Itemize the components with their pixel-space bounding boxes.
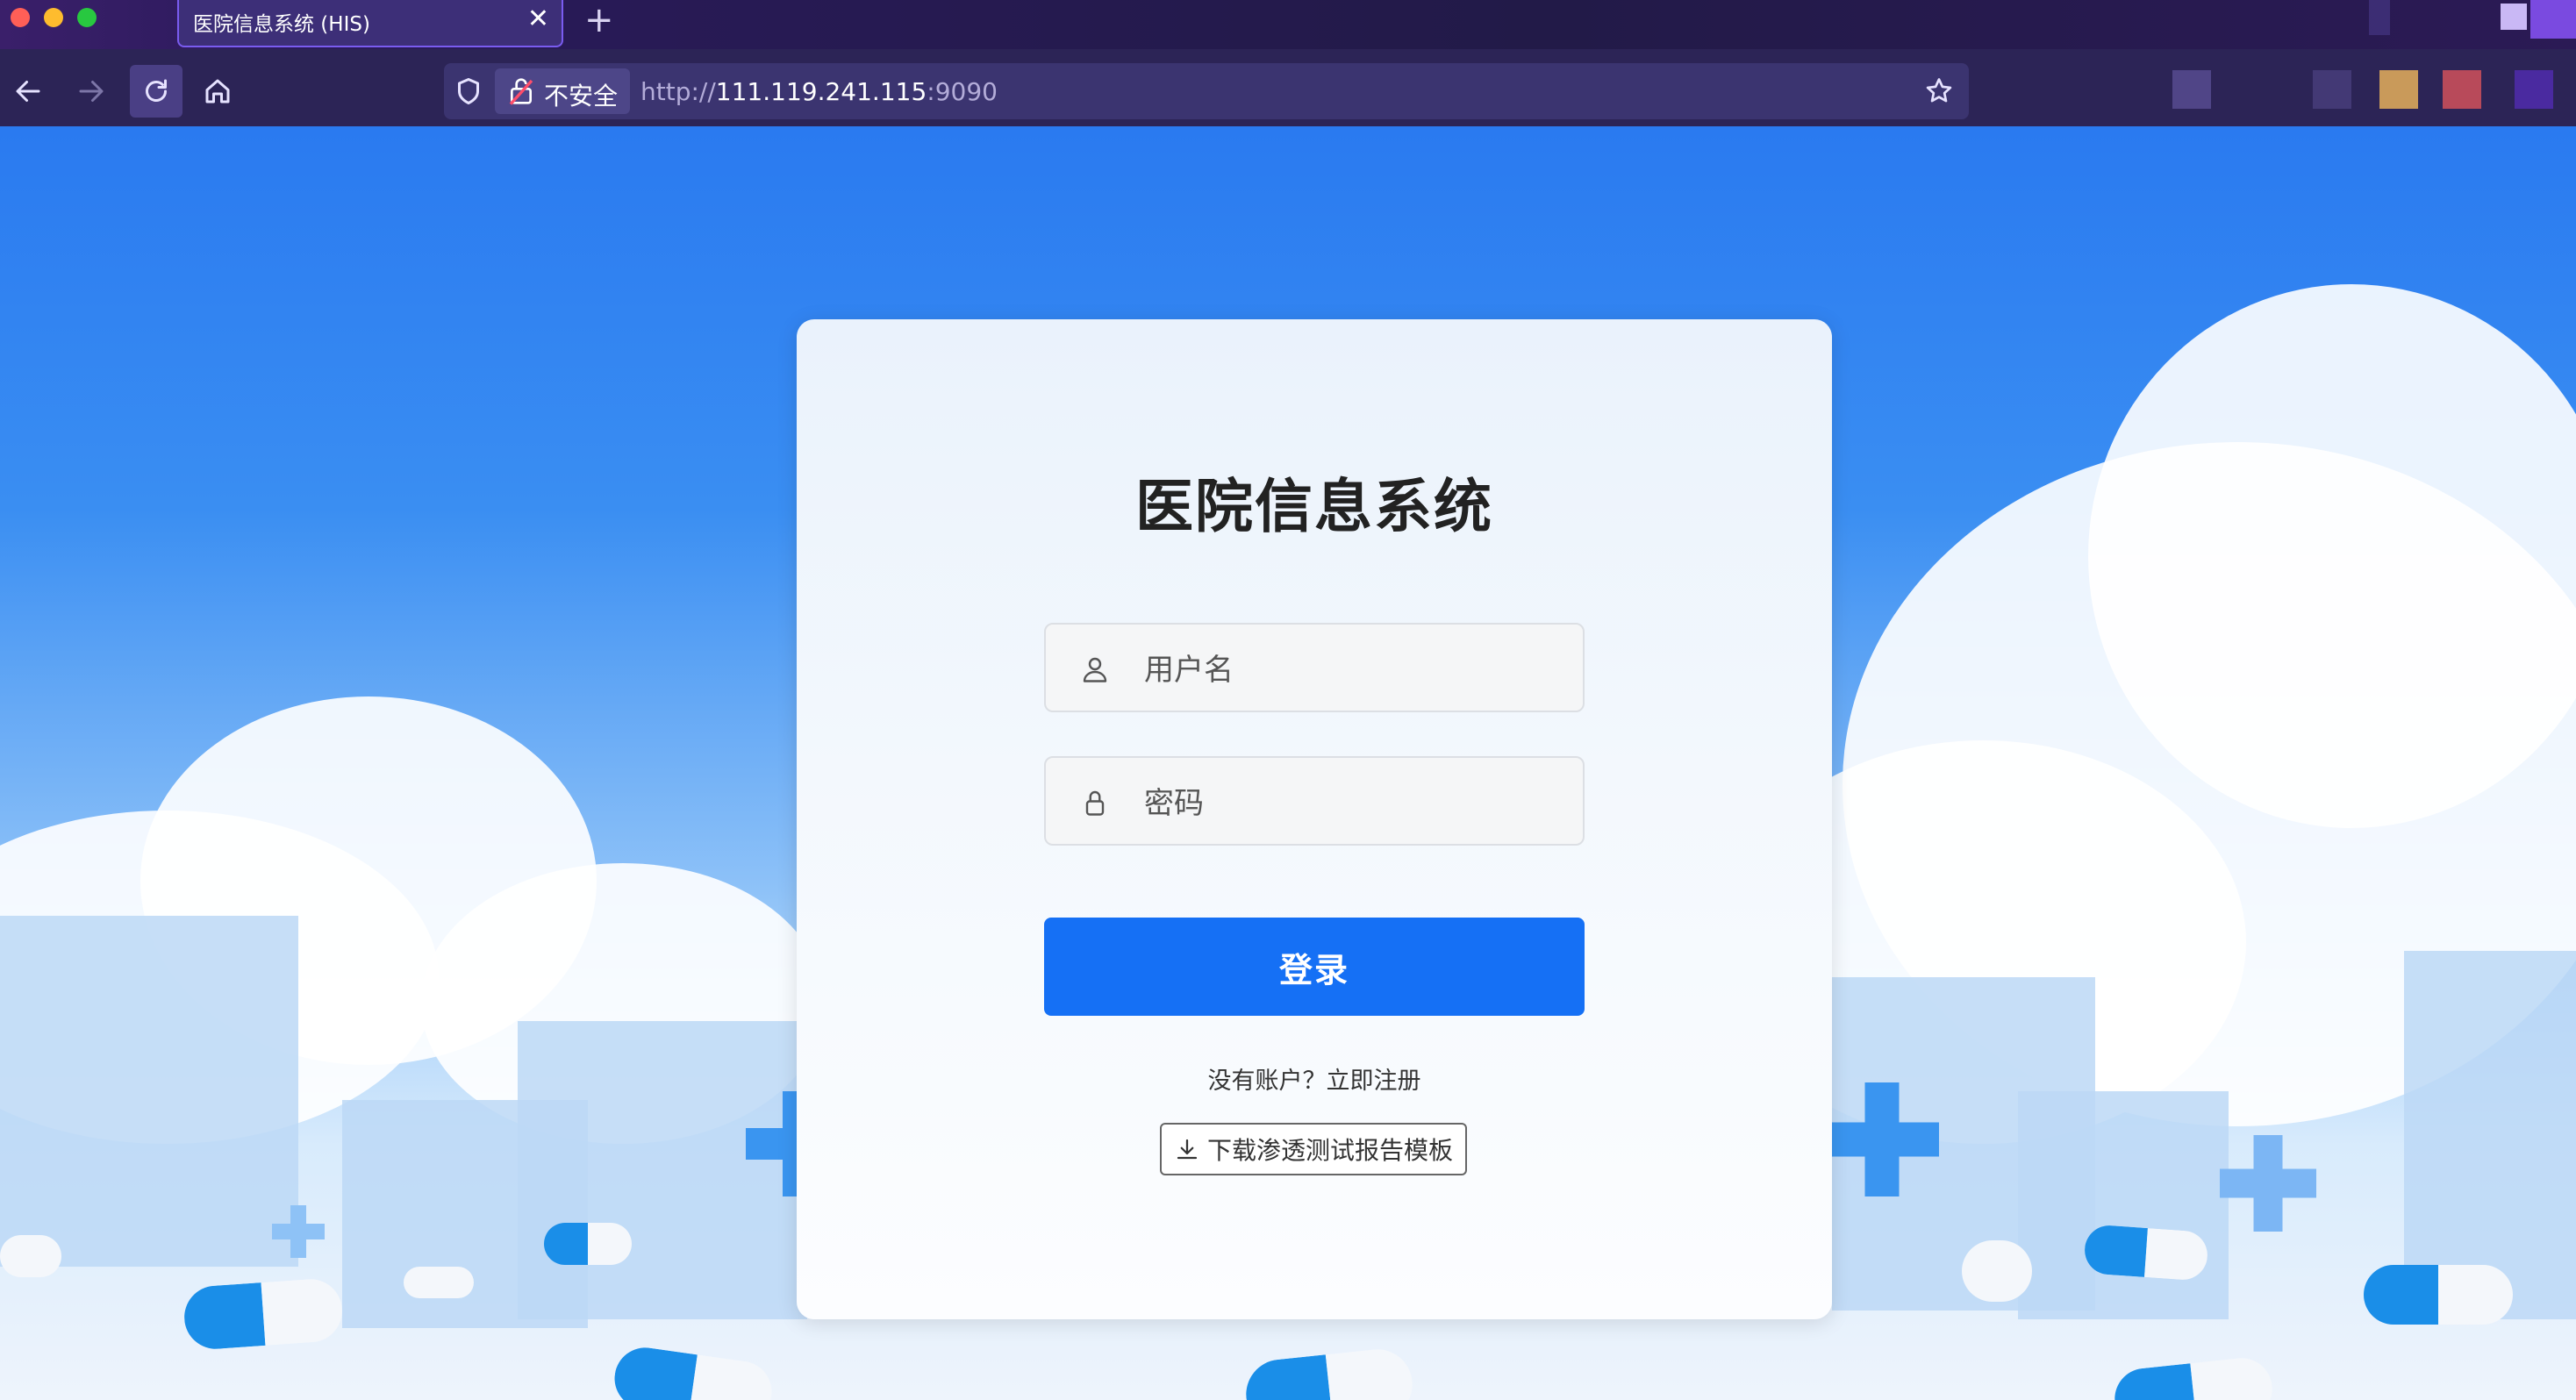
lock-icon: [1085, 790, 1105, 816]
pill: [0, 1235, 61, 1277]
password-field[interactable]: [1044, 756, 1585, 846]
username-field[interactable]: [1044, 623, 1585, 712]
pixel-avatar-icon: [2530, 0, 2576, 39]
download-icon: [1177, 1139, 1198, 1160]
capsule: [1242, 1346, 1416, 1400]
username-input[interactable]: [1142, 646, 1558, 695]
download-report-template-button[interactable]: 下载渗透测试报告模板: [1160, 1123, 1467, 1175]
password-input[interactable]: [1142, 779, 1558, 828]
login-page-background: 医院信息系统 登录 没有账户？立即注册 下载渗透测试报告模板: [0, 126, 2576, 1400]
login-button[interactable]: 登录: [1044, 918, 1585, 1016]
medical-cross-icon: [1825, 1082, 1939, 1196]
capsule: [611, 1343, 776, 1400]
pill: [404, 1267, 474, 1298]
bookmark-star-icon[interactable]: [1923, 75, 1955, 107]
url-scheme: http://: [640, 77, 716, 106]
extension-icon[interactable]: [2443, 70, 2481, 109]
tab-close-icon[interactable]: ✕: [527, 4, 549, 35]
login-card: 医院信息系统 登录 没有账户？立即注册 下载渗透测试报告模板: [797, 319, 1832, 1319]
url-port: :9090: [927, 77, 998, 106]
pill: [1962, 1240, 2032, 1302]
system-title: 医院信息系统: [1135, 473, 1493, 540]
extension-icon[interactable]: [2172, 70, 2211, 109]
close-window-button[interactable]: [11, 8, 30, 27]
download-report-template-label: 下载渗透测试报告模板: [1206, 1136, 1453, 1165]
insecure-lock-icon: [509, 78, 533, 105]
back-arrow-icon[interactable]: [12, 75, 44, 107]
hospital-building: [0, 916, 298, 1267]
zoom-window-button[interactable]: [77, 8, 97, 27]
minimize-window-button[interactable]: [44, 8, 63, 27]
tab-title: 医院信息系统 (HIS): [193, 13, 370, 36]
home-icon[interactable]: [202, 75, 233, 107]
medical-cross-icon: [272, 1205, 325, 1258]
capsule: [182, 1276, 345, 1352]
hospital-building: [2404, 951, 2576, 1319]
register-link[interactable]: 没有账户？立即注册: [797, 1061, 1832, 1096]
capsule: [2364, 1265, 2513, 1325]
tab-his[interactable]: 医院信息系统 (HIS) ✕: [177, 0, 563, 47]
tab-bar: 医院信息系统 (HIS) ✕ +: [0, 0, 2576, 49]
capsule: [2111, 1354, 2276, 1400]
new-tab-button[interactable]: +: [584, 0, 614, 40]
pixel-avatar-icon: [2501, 4, 2527, 30]
capsule: [2083, 1224, 2209, 1282]
extension-icon[interactable]: [2313, 70, 2351, 109]
tracking-shield-icon[interactable]: [453, 75, 484, 107]
user-icon: [1083, 657, 1107, 682]
url-text[interactable]: http://111.119.241.115:9090: [640, 77, 998, 106]
hospital-building: [2018, 1091, 2229, 1319]
medical-cross-icon: [2220, 1135, 2316, 1232]
capsule: [544, 1223, 632, 1265]
reload-icon[interactable]: [140, 75, 172, 107]
insecure-label: 不安全: [544, 82, 619, 111]
extension-icon[interactable]: [2515, 70, 2553, 109]
pixel-avatar-icon: [2369, 0, 2390, 35]
url-host: 111.119.241.115: [715, 77, 927, 106]
extension-icon[interactable]: [2379, 70, 2418, 109]
forward-arrow-icon[interactable]: [75, 75, 107, 107]
